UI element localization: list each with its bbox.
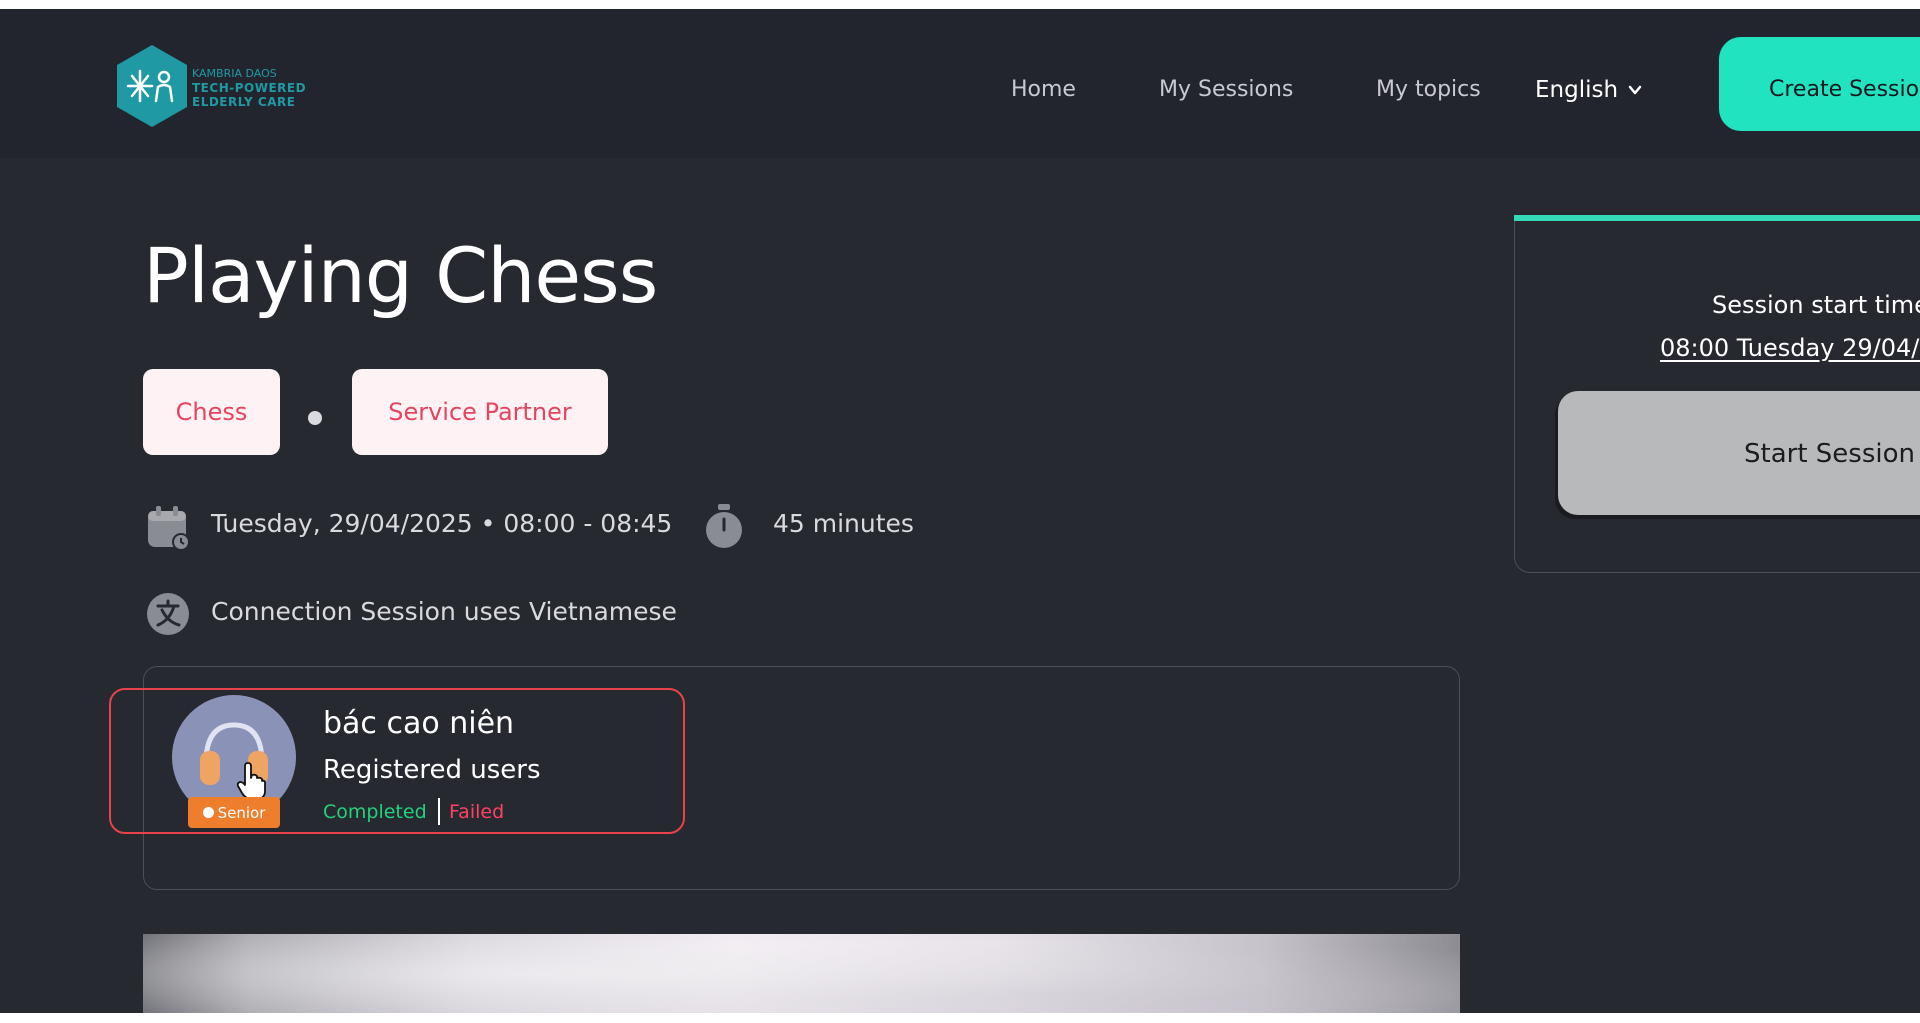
logo-wordmark: KAMBRIA DAOS TECH-POWERED ELDERLY CARE	[192, 67, 322, 109]
top-navbar: KAMBRIA DAOS TECH-POWERED ELDERLY CARE H…	[0, 9, 1920, 158]
logo-line-3: ELDERLY CARE	[192, 95, 296, 109]
session-cover-image	[143, 934, 1460, 1013]
logo-hexagon-icon	[117, 45, 187, 127]
logo-line-2: TECH-POWERED	[192, 81, 307, 95]
language-label: English	[1535, 77, 1619, 103]
language-selector[interactable]: English	[1535, 77, 1642, 103]
page-title: Playing Chess	[143, 231, 658, 320]
app-screen: KAMBRIA DAOS TECH-POWERED ELDERLY CARE H…	[0, 9, 1920, 1013]
create-session-button[interactable]: Create Session	[1719, 37, 1920, 131]
start-time-label: Session start time	[1712, 291, 1920, 319]
nav-my-topics[interactable]: My topics	[1376, 77, 1481, 102]
nav-home[interactable]: Home	[1011, 77, 1076, 102]
tag-separator-dot	[308, 411, 322, 425]
tag-service-partner[interactable]: Service Partner	[352, 369, 608, 455]
panel-accent-bar	[1514, 215, 1920, 221]
selection-highlight	[109, 688, 685, 834]
logo-line-1: KAMBRIA DAOS	[192, 67, 277, 80]
session-duration: 45 minutes	[773, 509, 914, 538]
start-session-button[interactable]: Start Session	[1558, 391, 1920, 515]
translate-icon	[146, 592, 190, 640]
session-language-note: Connection Session uses Vietnamese	[211, 597, 677, 626]
session-datetime: Tuesday, 29/04/2025 • 08:00 - 08:45	[211, 509, 673, 538]
cover-image-blur	[143, 934, 1460, 1013]
start-time-value: 08:00 Tuesday 29/04/2025	[1660, 334, 1920, 362]
tag-chess[interactable]: Chess	[143, 369, 280, 455]
nav-my-sessions[interactable]: My Sessions	[1159, 77, 1293, 102]
chevron-down-icon	[1628, 85, 1642, 95]
calendar-clock-icon	[146, 505, 192, 555]
stopwatch-icon	[704, 503, 744, 553]
brand-logo[interactable]: KAMBRIA DAOS TECH-POWERED ELDERLY CARE	[114, 43, 314, 133]
